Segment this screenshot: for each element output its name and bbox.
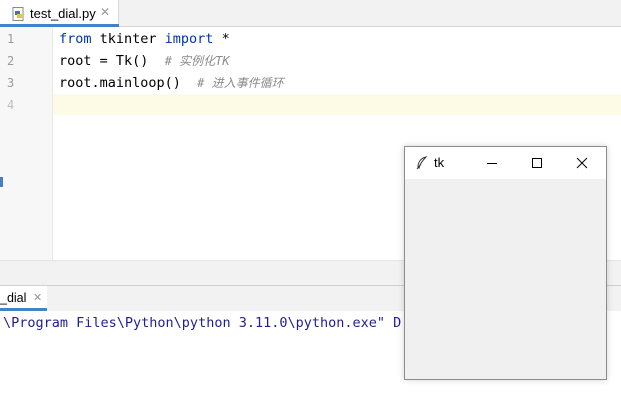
minimize-icon[interactable]: [481, 153, 503, 173]
run-tab-label: _dial: [0, 291, 27, 305]
editor-tab-bar: test_dial.py ✕: [0, 0, 621, 27]
code-text: root.mainloop(): [59, 75, 198, 91]
line-number-gutter: 1 2 3 4: [0, 27, 53, 260]
code-text: root = Tk(): [59, 53, 165, 69]
maximize-icon[interactable]: [526, 153, 548, 173]
code-text: *: [213, 31, 230, 47]
keyword: import: [164, 31, 214, 47]
close-icon[interactable]: [571, 153, 593, 173]
close-icon[interactable]: ✕: [100, 5, 110, 19]
code-comment: # 进入事件循环: [197, 76, 284, 90]
close-icon[interactable]: ✕: [33, 291, 42, 304]
keyword: from: [59, 31, 92, 47]
line-number: 4: [7, 98, 15, 112]
code-line-2: root = Tk() # 实例化TK: [59, 51, 230, 71]
line-number: 3: [7, 76, 15, 90]
code-line-3: root.mainloop() # 进入事件循环: [59, 73, 284, 93]
tk-window[interactable]: tk: [404, 146, 607, 380]
editor-tab-test-dial[interactable]: test_dial.py ✕: [0, 0, 119, 27]
tk-window-body: [405, 179, 606, 379]
run-tab[interactable]: _dial ✕: [0, 286, 47, 311]
current-line-highlight: [53, 94, 621, 115]
code-text: tkinter: [91, 31, 165, 47]
feather-icon: [416, 156, 428, 170]
tk-titlebar[interactable]: tk: [405, 147, 606, 179]
line-number: 1: [7, 32, 15, 46]
side-marker: [0, 177, 3, 187]
line-number: 2: [7, 54, 15, 68]
editor-tab-label: test_dial.py: [30, 6, 96, 21]
tk-window-title: tk: [434, 155, 445, 170]
python-file-icon: [12, 7, 24, 21]
code-line-1: from tkinter import *: [59, 29, 230, 49]
code-comment: # 实例化TK: [164, 54, 230, 68]
